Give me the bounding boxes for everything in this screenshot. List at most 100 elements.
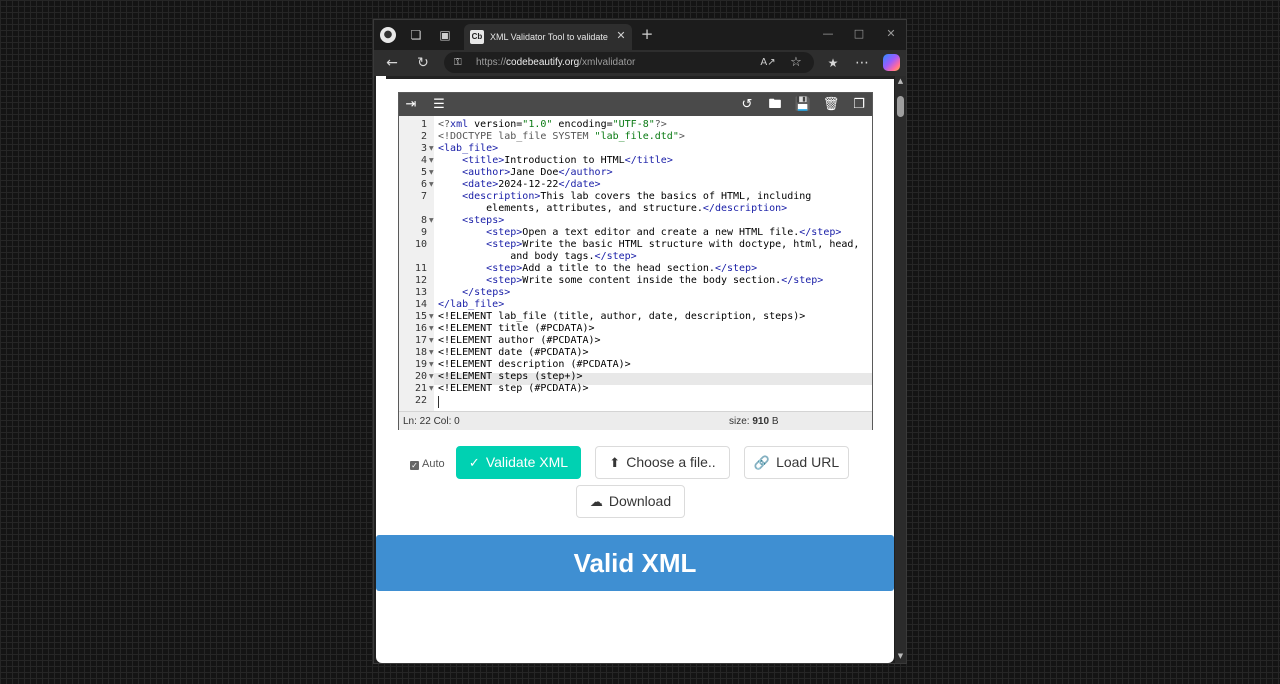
code-line: <lab_file>: [438, 143, 499, 154]
scroll-thumb[interactable]: [897, 96, 904, 117]
url-text[interactable]: https://codebeautify.org/xmlvalidator: [476, 55, 635, 70]
line-number: 17: [414, 335, 427, 346]
fold-marker-icon[interactable]: ▼: [429, 383, 435, 395]
menu-icon[interactable]: ⋯: [853, 54, 871, 72]
check-icon: ✓: [468, 455, 480, 470]
workspaces-icon[interactable]: ❏: [408, 27, 424, 43]
code-line: elements, attributes, and structure.</de…: [438, 203, 788, 214]
validate-xml-button[interactable]: ✓ Validate XML: [456, 446, 581, 479]
tab-close-icon[interactable]: ✕: [615, 29, 627, 43]
text-caret: [438, 396, 439, 408]
code-line: <!ELEMENT lab_file (title, author, date,…: [438, 311, 806, 322]
format-icon[interactable]: ☰: [430, 96, 448, 113]
scroll-up-icon[interactable]: ▲: [896, 77, 905, 85]
fold-marker-icon[interactable]: ▼: [429, 359, 435, 371]
code-area[interactable]: 1 2 3 4 5 6 7 8 9 10 11 12 13 14 15 16 1: [399, 116, 872, 411]
code-line: <!ELEMENT title (#PCDATA)>: [438, 323, 595, 334]
fold-marker-icon[interactable]: ▼: [429, 311, 435, 323]
xml-editor[interactable]: ⇥ ☰ ↺ 🖿 💾 🗑 ❐ 1 2 3 4 5 6 7 8 9 10 11 12…: [398, 92, 873, 430]
code-line: <step>Open a text editor and create a ne…: [486, 227, 842, 238]
page-content: ⇥ ☰ ↺ 🖿 💾 🗑 ❐ 1 2 3 4 5 6 7 8 9 10 11 12…: [376, 76, 894, 663]
line-number: 4: [420, 155, 427, 166]
copy-icon[interactable]: ❐: [850, 96, 868, 113]
line-number: 10: [414, 239, 427, 250]
code-line: <steps>: [462, 215, 505, 226]
line-number: 13: [414, 287, 427, 298]
validation-result-banner: Valid XML: [376, 535, 894, 591]
editor-status-bar: Ln: 22 Col: 0 size: 910 B: [399, 411, 872, 430]
code-line: <step>Add a title to the head section.</…: [486, 263, 758, 274]
code-line: <!ELEMENT author (#PCDATA)>: [438, 335, 601, 346]
browser-tab[interactable]: Cb XML Validator Tool to validate XML ✕: [464, 24, 632, 50]
refresh-icon[interactable]: ↻: [414, 54, 432, 72]
navigation-bar: ← ↻ ⚿ https://codebeautify.org/xmlvalida…: [374, 50, 906, 76]
line-number: 11: [414, 263, 427, 274]
tab-title: XML Validator Tool to validate XML: [490, 32, 610, 42]
profile-icon[interactable]: ●: [380, 27, 396, 43]
save-icon[interactable]: 💾: [794, 96, 812, 113]
line-number: 22: [414, 395, 427, 406]
code-line: <description>This lab covers the basics …: [462, 191, 812, 202]
fold-marker-icon[interactable]: ▼: [429, 179, 435, 191]
checkbox-checked-icon[interactable]: ✓: [410, 461, 419, 470]
fold-marker-icon[interactable]: ▼: [429, 371, 435, 383]
code-line: <?xml version="1.0" encoding="UTF-8"?>: [438, 119, 667, 130]
indent-icon[interactable]: ⇥: [402, 96, 420, 113]
line-number: 15: [414, 311, 427, 322]
code-line: <!ELEMENT date (#PCDATA)>: [438, 347, 589, 358]
fold-marker-icon[interactable]: ▼: [429, 347, 435, 359]
choose-file-button[interactable]: ⬆ Choose a file..: [595, 446, 730, 479]
download-button[interactable]: ☁ Download: [576, 485, 685, 518]
fold-marker-icon[interactable]: ▼: [429, 155, 435, 167]
line-number: 3: [420, 143, 427, 154]
line-number: 8: [420, 215, 427, 226]
new-tab-button[interactable]: +: [639, 25, 655, 43]
line-number: 1: [420, 119, 427, 130]
maximize-icon[interactable]: □: [850, 26, 868, 42]
auto-validate-checkbox[interactable]: ✓ Auto: [410, 457, 445, 471]
line-number: 21: [414, 383, 427, 394]
tab-actions-icon[interactable]: ▣: [437, 27, 453, 43]
page-viewport: ⇥ ☰ ↺ 🖿 💾 🗑 ❐ 1 2 3 4 5 6 7 8 9 10 11 12…: [374, 76, 906, 663]
auto-label: Auto: [422, 458, 445, 470]
line-number: 9: [420, 227, 427, 238]
editor-toolbar: ⇥ ☰ ↺ 🖿 💾 🗑 ❐: [399, 93, 872, 116]
code-line: <step>Write some content inside the body…: [486, 275, 824, 286]
history-icon[interactable]: ↺: [738, 96, 756, 113]
copilot-icon[interactable]: [883, 54, 900, 71]
minimize-icon[interactable]: —: [819, 26, 837, 42]
line-number: 16: [414, 323, 427, 334]
close-window-icon[interactable]: ✕: [882, 26, 900, 42]
favorite-icon[interactable]: ☆: [788, 54, 804, 71]
code-line: <!ELEMENT description (#PCDATA)>: [438, 359, 631, 370]
lock-icon[interactable]: ⚿: [454, 56, 466, 69]
header-image-strip: [386, 76, 894, 79]
document-size: size: 910 B: [729, 416, 779, 427]
favorites-icon[interactable]: ★: [824, 54, 842, 72]
fold-marker-icon[interactable]: ▼: [429, 335, 435, 347]
code-line: </lab_file>: [438, 299, 505, 310]
fold-marker-icon[interactable]: ▼: [429, 167, 435, 179]
link-icon: 🔗: [753, 455, 771, 470]
line-number: 18: [414, 347, 427, 358]
fold-marker-icon[interactable]: ▼: [429, 323, 435, 335]
back-icon[interactable]: ←: [383, 54, 401, 72]
load-url-button[interactable]: 🔗 Load URL: [744, 446, 849, 479]
line-number: 19: [414, 359, 427, 370]
title-bar: ● ❏ ▣ Cb XML Validator Tool to validate …: [374, 20, 906, 50]
open-folder-icon[interactable]: 🖿: [766, 96, 784, 113]
fold-marker-icon[interactable]: ▼: [429, 215, 435, 227]
page-scrollbar[interactable]: ▲ ▼: [895, 76, 906, 663]
code-line: <title>Introduction to HTML</title>: [462, 155, 673, 166]
browser-window: ● ❏ ▣ Cb XML Validator Tool to validate …: [373, 19, 907, 664]
code-line: </steps>: [462, 287, 511, 298]
read-aloud-icon[interactable]: A↗: [760, 54, 776, 71]
line-number: 20: [414, 371, 427, 382]
code-line: <author>Jane Doe</author>: [462, 167, 613, 178]
delete-icon[interactable]: 🗑: [822, 96, 840, 113]
fold-marker-icon[interactable]: ▼: [429, 143, 435, 155]
address-bar[interactable]: ⚿ https://codebeautify.org/xmlvalidator …: [444, 52, 814, 73]
scroll-down-icon[interactable]: ▼: [896, 652, 905, 661]
code-line: <!ELEMENT step (#PCDATA)>: [438, 383, 589, 394]
cursor-position: Ln: 22 Col: 0: [403, 416, 460, 427]
